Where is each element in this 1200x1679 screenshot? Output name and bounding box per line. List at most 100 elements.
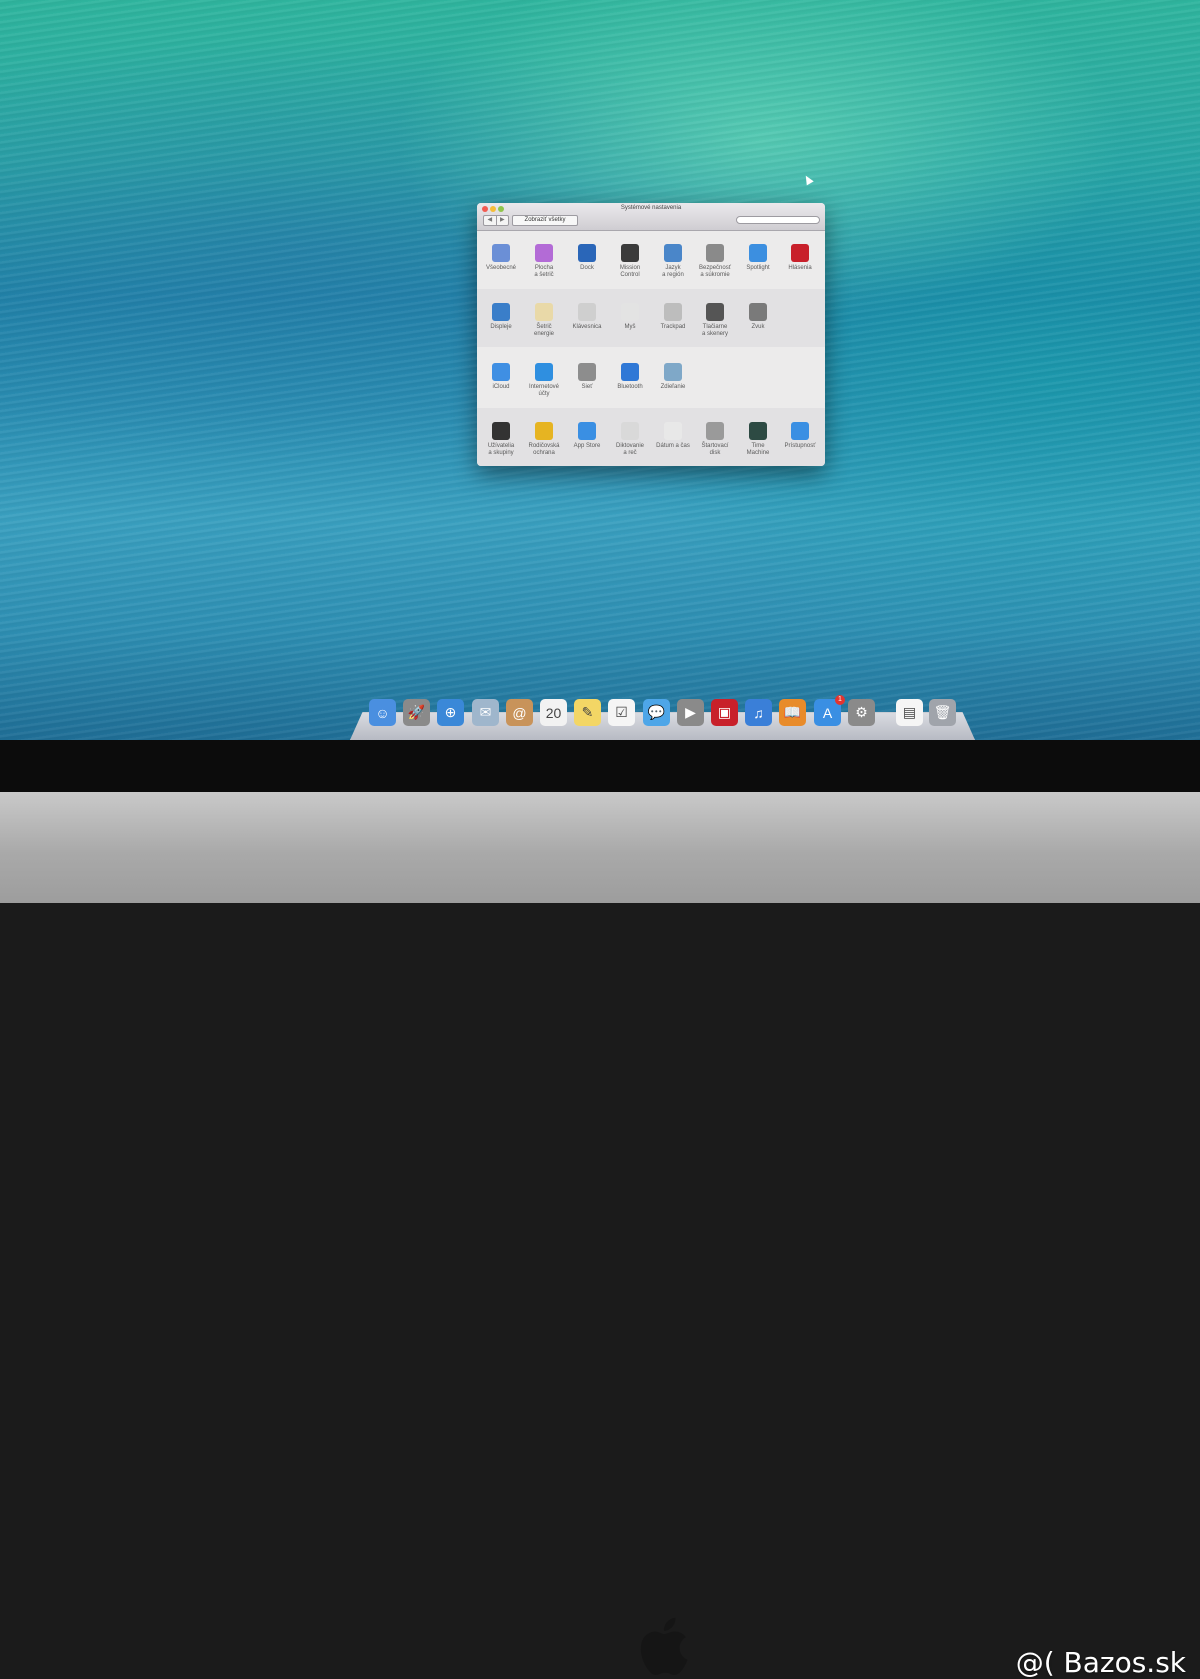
- photo-booth-glyph: ▣: [717, 704, 732, 720]
- pref-item[interactable]: Zdieľanie: [652, 363, 694, 391]
- pref-item-label: Užívatelia a skupiny: [487, 443, 515, 456]
- app-store-icon: [578, 422, 596, 440]
- pref-item-label: Jazyk a región: [662, 265, 684, 278]
- monitor-chin: @( Bazos.sk: [0, 792, 1200, 1679]
- internet-accounts-icon: [535, 363, 553, 381]
- dock-system-preferences-icon[interactable]: ⚙: [848, 699, 875, 726]
- pref-item[interactable]: Užívatelia a skupiny: [480, 422, 522, 457]
- pref-item[interactable]: Hlásenia: [779, 244, 821, 272]
- pref-item[interactable]: Sieť: [566, 363, 608, 391]
- users-groups-icon: [492, 422, 510, 440]
- pref-item-label: Internetové účty: [528, 384, 560, 397]
- printer-icon: [706, 303, 724, 321]
- mission-control-icon: [621, 244, 639, 262]
- dock-app-store-icon[interactable]: A1: [814, 695, 845, 726]
- pref-item[interactable]: Šetrič energie: [523, 303, 565, 338]
- update-badge: 1: [835, 695, 845, 705]
- show-all-button[interactable]: Zobraziť všetky: [512, 215, 578, 226]
- pref-item-label: Tlačiarne a skenery: [701, 324, 728, 337]
- pref-item[interactable]: Všeobecné: [480, 244, 522, 272]
- displays-icon: [492, 303, 510, 321]
- pref-item[interactable]: Internetové účty: [523, 363, 565, 398]
- trackpad-icon: [664, 303, 682, 321]
- dock-messages-icon[interactable]: 💬: [643, 699, 670, 726]
- energy-saver-icon: [535, 303, 553, 321]
- pref-item-label: Dátum a čas: [656, 443, 690, 449]
- pref-item[interactable]: Tlačiarne a skenery: [694, 303, 736, 338]
- nav-buttons: ◀ ▶: [483, 215, 509, 226]
- pref-item[interactable]: App Store: [566, 422, 608, 450]
- sharing-icon: [664, 363, 682, 381]
- dock-facetime-icon[interactable]: ▶: [677, 699, 704, 726]
- pref-item[interactable]: Mission Control: [609, 244, 651, 279]
- pref-item[interactable]: Displeje: [480, 303, 522, 331]
- itunes-glyph: ♫: [753, 704, 764, 721]
- back-button[interactable]: ◀: [484, 216, 496, 225]
- system-preferences-window[interactable]: Systémové nastavenia ◀ ▶ Zobraziť všetky…: [477, 203, 825, 466]
- pref-item-label: Sieť: [581, 384, 593, 390]
- pref-item[interactable]: Myš: [609, 303, 651, 331]
- document-glyph: ▤: [902, 704, 917, 720]
- preferences-section: Všeobecné Plocha a šetrič Dock Mission Cont…: [477, 230, 825, 288]
- calendar-glyph: 20: [545, 704, 562, 721]
- pref-item[interactable]: Štartovací disk: [694, 422, 736, 457]
- dock-trash-icon[interactable]: 🗑: [929, 699, 956, 726]
- dock-itunes-icon[interactable]: ♫: [745, 699, 772, 726]
- pref-item[interactable]: Plocha a šetrič: [523, 244, 565, 279]
- dock-calendar-icon[interactable]: 20: [540, 699, 567, 726]
- dock-safari-icon[interactable]: ⊕: [437, 699, 464, 726]
- forward-button[interactable]: ▶: [495, 216, 509, 225]
- preferences-section: Užívatelia a skupiny Rodičovská ochrana Ap…: [477, 408, 825, 466]
- dock-contacts-icon[interactable]: @: [506, 699, 533, 726]
- pref-item-label: Zvuk: [751, 324, 765, 330]
- sound-icon: [749, 303, 767, 321]
- keyboard-icon: [578, 303, 596, 321]
- pref-item-label: Hlásenia: [788, 265, 812, 271]
- mouse-icon: [621, 303, 639, 321]
- dock-finder-icon[interactable]: ☺: [369, 699, 396, 726]
- dock-reminders-icon[interactable]: ☑: [608, 699, 635, 726]
- security-privacy-icon: [706, 244, 724, 262]
- dock-mail-icon[interactable]: ✉: [472, 699, 499, 726]
- dock-document-icon[interactable]: ▤: [896, 699, 923, 726]
- pref-item-label: Bezpečnosť a súkromie: [699, 265, 731, 278]
- pref-item[interactable]: Diktovanie a reč: [609, 422, 651, 457]
- safari-glyph: ⊕: [444, 704, 457, 720]
- pref-item[interactable]: iCloud: [480, 363, 522, 391]
- pref-item[interactable]: Rodičovská ochrana: [523, 422, 565, 457]
- pref-item[interactable]: Prístupnosť: [779, 422, 821, 450]
- pref-item-label: Diktovanie a reč: [615, 443, 644, 456]
- network-icon: [578, 363, 596, 381]
- dock-notes-icon[interactable]: ✎: [574, 699, 601, 726]
- pref-item[interactable]: Trackpad: [652, 303, 694, 331]
- dock-ibooks-icon[interactable]: 📖: [779, 699, 806, 726]
- monitor-bezel: [0, 740, 1200, 792]
- pref-item[interactable]: Zvuk: [737, 303, 779, 331]
- pref-item[interactable]: Bezpečnosť a súkromie: [694, 244, 736, 279]
- pref-item[interactable]: Dátum a čas: [652, 422, 694, 450]
- pref-item-label: iCloud: [492, 384, 510, 390]
- dock-launchpad-icon[interactable]: 🚀: [403, 699, 430, 726]
- search-field[interactable]: [736, 216, 820, 224]
- pref-item[interactable]: Klávesnica: [566, 303, 608, 331]
- pref-item[interactable]: Time Machine: [737, 422, 779, 457]
- pref-item-label: Prístupnosť: [784, 443, 816, 449]
- mail-glyph: ✉: [479, 704, 492, 720]
- language-region-icon: [664, 244, 682, 262]
- system-preferences-glyph: ⚙: [855, 704, 868, 720]
- dock-photo-booth-icon[interactable]: ▣: [711, 699, 738, 726]
- accessibility-icon: [791, 422, 809, 440]
- watermark: @( Bazos.sk: [1015, 1646, 1186, 1679]
- pref-item[interactable]: Bluetooth: [609, 363, 651, 391]
- pref-item[interactable]: Dock: [566, 244, 608, 272]
- pref-item-label: Plocha a šetrič: [534, 265, 554, 278]
- startup-disk-icon: [706, 422, 724, 440]
- desktop-wallpaper[interactable]: Systémové nastavenia ◀ ▶ Zobraziť všetky…: [0, 0, 1200, 740]
- pref-item-label: Zdieľanie: [660, 384, 686, 390]
- window-titlebar[interactable]: Systémové nastavenia ◀ ▶ Zobraziť všetky: [477, 203, 825, 231]
- pref-item[interactable]: Jazyk a región: [652, 244, 694, 279]
- pref-item[interactable]: Spotlight: [737, 244, 779, 272]
- general-icon: [492, 244, 510, 262]
- contacts-glyph: @: [512, 704, 527, 721]
- pref-item-label: Rodičovská ochrana: [528, 443, 560, 456]
